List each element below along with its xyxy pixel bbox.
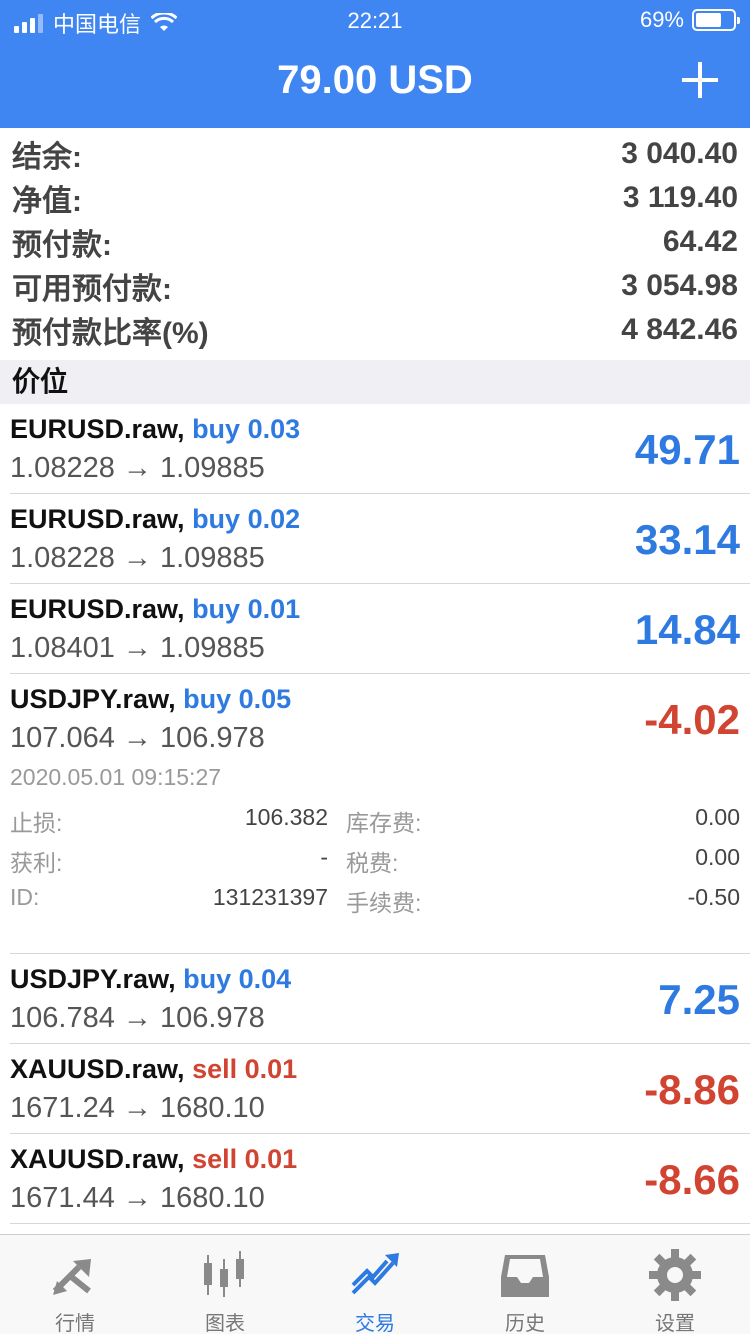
candlestick-chart-icon — [204, 1251, 244, 1297]
detail-value: 106.382 — [244, 804, 328, 830]
position-action: buy 0.03 — [192, 414, 301, 444]
battery-percent: 69% — [639, 7, 684, 32]
tab-charts[interactable]: 图表 — [150, 1235, 300, 1334]
position-profit: -8.86 — [644, 1066, 740, 1113]
open-datetime: 2020.05.01 09:15:27 — [10, 764, 222, 790]
position-prices: 107.064 → 106.978 — [10, 722, 265, 754]
detail-label: 库存费: — [346, 810, 422, 836]
position-symbol: USDJPY.raw, — [10, 684, 176, 714]
position-prices: 1.08228 → 1.09885 — [10, 452, 265, 484]
battery-icon — [692, 9, 740, 31]
tab-label: 交易 — [355, 1313, 395, 1334]
position-profit: 49.71 — [634, 426, 740, 473]
detail-label: 税费: — [346, 850, 399, 876]
positions-list: EURUSD.raw, buy 0.03 1.08228 → 1.09885 4… — [0, 404, 750, 1224]
summary-label: 结余: — [12, 141, 82, 174]
tab-quotes[interactable]: 行情 — [0, 1235, 150, 1334]
page-title: 79.00 USD — [277, 58, 473, 102]
detail-label: ID: — [10, 884, 40, 910]
summary-value: 3 119.40 — [622, 181, 738, 214]
summary-row-balance: 结余: 3 040.40 — [0, 132, 750, 176]
summary-value: 3 040.40 — [621, 137, 738, 170]
summary-value: 64.42 — [662, 225, 738, 258]
detail-row: 获利: - 税费: 0.00 — [10, 844, 740, 884]
position-symbol: XAUUSD.raw, — [10, 1054, 185, 1084]
position-row[interactable]: XAUUSD.raw, sell 0.01 1671.44 → 1680.10 … — [10, 1134, 750, 1224]
position-prices: 1671.44 → 1680.10 — [10, 1182, 265, 1214]
position-action: buy 0.01 — [192, 594, 301, 624]
position-profit: 33.14 — [634, 516, 740, 563]
detail-value: -0.50 — [687, 884, 740, 910]
status-bar: 中国电信 22:21 69% — [0, 0, 750, 40]
trade-trend-icon — [351, 1253, 399, 1295]
position-detail-panel: 2020.05.01 09:15:27 止损: 106.382 库存费: 0.0… — [10, 764, 750, 954]
detail-label: 止损: — [10, 810, 63, 836]
detail-value: 0.00 — [695, 804, 740, 830]
bottom-tab-bar: 行情 图表 交易 历史 设置 — [0, 1234, 750, 1334]
tab-history[interactable]: 历史 — [450, 1235, 600, 1334]
tab-settings[interactable]: 设置 — [600, 1235, 750, 1334]
detail-label: 获利: — [10, 850, 63, 876]
detail-value: 131231397 — [212, 884, 328, 910]
summary-row-margin-level: 预付款比率(%) 4 842.46 — [0, 308, 750, 352]
add-order-button[interactable] — [680, 60, 720, 100]
position-symbol: XAUUSD.raw, — [10, 1144, 185, 1174]
position-row[interactable]: EURUSD.raw, buy 0.01 1.08401 → 1.09885 1… — [10, 584, 750, 674]
account-summary: 结余: 3 040.40 净值: 3 119.40 预付款: 64.42 可用预… — [0, 132, 750, 352]
position-symbol: USDJPY.raw, — [10, 964, 176, 994]
position-profit: 7.25 — [658, 976, 740, 1023]
position-action: sell 0.01 — [192, 1054, 298, 1084]
summary-row-free-margin: 可用预付款: 3 054.98 — [0, 264, 750, 308]
tab-label: 设置 — [655, 1313, 695, 1334]
position-profit: 14.84 — [634, 606, 740, 653]
position-prices: 1671.24 → 1680.10 — [10, 1092, 265, 1124]
position-profit: -8.66 — [644, 1156, 740, 1203]
top-header: 中国电信 22:21 69% 79.00 USD — [0, 0, 750, 128]
summary-label: 可用预付款: — [12, 273, 172, 306]
position-prices: 1.08401 → 1.09885 — [10, 632, 265, 664]
position-action: sell 0.01 — [192, 1144, 298, 1174]
position-action: buy 0.02 — [192, 504, 301, 534]
summary-value: 4 842.46 — [621, 313, 738, 346]
detail-value: - — [320, 844, 328, 870]
position-symbol: EURUSD.raw, — [10, 504, 185, 534]
position-action: buy 0.04 — [183, 964, 292, 994]
detail-row: ID: 131231397 手续费: -0.50 — [10, 884, 740, 924]
position-action: buy 0.05 — [183, 684, 292, 714]
detail-value: 0.00 — [695, 844, 740, 870]
quotes-arrows-icon — [52, 1259, 91, 1295]
summary-label: 预付款比率(%) — [12, 317, 209, 350]
position-row[interactable]: EURUSD.raw, buy 0.03 1.08228 → 1.09885 4… — [10, 404, 750, 494]
summary-label: 预付款: — [12, 229, 112, 262]
summary-value: 3 054.98 — [621, 269, 738, 302]
position-symbol: EURUSD.raw, — [10, 594, 185, 624]
tab-trade[interactable]: 交易 — [300, 1235, 450, 1334]
tab-label: 行情 — [55, 1313, 95, 1334]
position-row[interactable]: EURUSD.raw, buy 0.02 1.08228 → 1.09885 3… — [10, 494, 750, 584]
history-tray-icon — [501, 1255, 549, 1297]
position-row-expanded[interactable]: USDJPY.raw, buy 0.05 107.064 → 106.978 -… — [10, 674, 750, 764]
tab-label: 图表 — [205, 1313, 245, 1334]
summary-row-equity: 净值: 3 119.40 — [0, 176, 750, 220]
settings-gear-icon — [649, 1249, 701, 1301]
position-row[interactable]: USDJPY.raw, buy 0.04 106.784 → 106.978 7… — [10, 954, 750, 1044]
section-header-positions: 价位 — [0, 360, 750, 404]
tab-label: 历史 — [505, 1313, 545, 1334]
summary-row-margin: 预付款: 64.42 — [0, 220, 750, 264]
summary-label: 净值: — [12, 185, 82, 218]
clock: 22:21 — [347, 8, 403, 33]
position-symbol: EURUSD.raw, — [10, 414, 185, 444]
position-prices: 106.784 → 106.978 — [10, 1002, 265, 1034]
detail-label: 手续费: — [346, 890, 422, 916]
detail-row: 止损: 106.382 库存费: 0.00 — [10, 804, 740, 844]
position-profit: -4.02 — [644, 696, 740, 743]
position-row[interactable]: XAUUSD.raw, sell 0.01 1671.24 → 1680.10 … — [10, 1044, 750, 1134]
position-prices: 1.08228 → 1.09885 — [10, 542, 265, 574]
